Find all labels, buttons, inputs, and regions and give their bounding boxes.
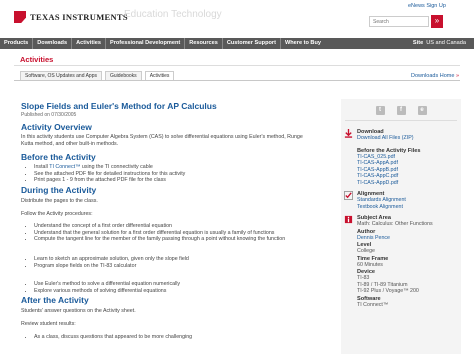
time-frame-value: 60 Minutes [357,261,383,268]
overview-text-2: Kutta method, and other built-in methods… [21,140,119,147]
after-list: As a class, discuss questions that appea… [34,334,333,341]
social-share-bar: t f e [341,106,461,115]
nav-resources[interactable]: Resources [185,38,223,49]
nav-professional-development[interactable]: Professional Development [106,38,186,49]
site-value: US and Canada [426,40,466,46]
overview-text-1: In this activity students use Computer A… [21,134,303,140]
list-item: Understand the concept of a first order … [34,223,333,230]
list-item: Explore various methods of solving diffe… [34,288,333,295]
ti-connect-link[interactable]: TI Connect™ [49,164,80,170]
search-button[interactable]: » [431,15,443,28]
software-value: TI Connect™ [357,301,389,308]
list-item: Program slope fields on the TI-83 calcul… [34,263,333,270]
site-label: Site [412,40,424,46]
overview-heading: Activity Overview [21,122,92,132]
enews-signup-link[interactable]: eNews Sign Up [408,3,446,9]
nav-customer-support[interactable]: Customer Support [223,38,281,49]
checkmark-icon [344,191,353,200]
before-heading: Before the Activity [21,152,96,163]
after-text-2: Review student results: [21,320,76,327]
after-heading: After the Activity [21,295,89,306]
activity-content: Slope Fields and Euler's Method for AP C… [21,101,333,340]
list-item: Print pages 1 - 9 from the attached PDF … [34,177,333,184]
tabs-divider [14,80,460,81]
subject-value: Math: Calculus: Other Functions [357,221,433,227]
section-title: Activities [20,55,54,64]
education-technology-title: Education Technology [124,9,222,20]
facebook-icon[interactable]: f [396,106,406,115]
main-nav: Products Downloads Activities Profession… [0,38,474,49]
download-section: Download Download All Files (ZIP) Before… [341,129,461,186]
list-item-text: Install [34,164,50,171]
device-value: TI-92 Plus / Voyage™ 200 [357,288,419,294]
section-divider [14,65,460,66]
list-item-text: using the TI connectivity cable [80,164,153,171]
list-item: Compute the tangent line for the member … [34,236,333,243]
info-icon [344,215,353,224]
activity-sidebar: t f e Download Download All Files (ZIP) … [341,99,461,354]
twitter-icon[interactable]: t [375,106,385,115]
ti-logo[interactable]: TEXAS INSTRUMENTS [14,11,128,23]
list-item: Use Euler's method to solve a differenti… [34,281,333,288]
during-text-2: Follow the Activity procedures: [21,210,93,217]
download-icon [344,129,353,138]
chevron-right-icon: » [455,73,460,79]
during-list-3: Use Euler's method to solve a differenti… [34,281,333,294]
details-section: Subject Area Math: Calculus: Other Funct… [341,215,461,308]
site-selector[interactable]: Site US and Canada [413,38,466,49]
list-item: As a class, discuss questions that appea… [34,334,333,341]
list-item: Understand that the general solution for… [34,230,333,237]
before-list: Install TI Connect™ using the TI connect… [34,164,333,184]
published-date: Published on 07/30/2005 [21,112,77,118]
file-link[interactable]: TI-CAS-AppD.pdf [357,180,461,187]
during-list-2: Learn to sketch an approximate solution,… [34,256,333,269]
during-text-1: Distribute the pages to the class. [21,197,98,204]
alignment-section: Alignment Standards Alignment Textbook A… [341,191,461,210]
tab-bar: Software, OS Updates and Apps Guidebooks… [20,71,177,80]
tab-software[interactable]: Software, OS Updates and Apps [20,71,102,80]
list-item: Install TI Connect™ using the TI connect… [34,164,333,171]
nav-where-to-buy[interactable]: Where to Buy [281,38,325,49]
level-value: College [357,248,375,254]
nav-activities[interactable]: Activities [72,38,106,49]
downloads-home-link[interactable]: Downloads Home » [411,73,459,79]
author-link[interactable]: Dennis Pence [357,235,461,242]
sidebar-divider [345,120,457,121]
after-text-1: Students' answer questions on the Activi… [21,308,136,315]
logo-text: TEXAS INSTRUMENTS [30,12,128,22]
nav-products[interactable]: Products [0,38,34,49]
top-header: TEXAS INSTRUMENTS Education Technology e… [0,0,474,38]
activity-title: Slope Fields and Euler's Method for AP C… [21,101,217,111]
search-input[interactable] [369,16,429,27]
nav-downloads[interactable]: Downloads [33,38,73,49]
during-list-1: Understand the concept of a first order … [34,223,333,243]
ti-logo-icon [14,11,26,23]
list-item: Learn to sketch an approximate solution,… [34,256,333,263]
downloads-home-label: Downloads Home [411,73,455,79]
during-heading: During the Activity [21,184,97,195]
download-all-link[interactable]: Download All Files (ZIP) [357,135,461,142]
tab-activities[interactable]: Activities [144,71,175,80]
tab-guidebooks[interactable]: Guidebooks [105,71,142,80]
list-item: See the attached PDF file for detailed i… [34,171,333,178]
textbook-alignment-link[interactable]: Textbook Alignment [357,204,461,211]
email-icon[interactable]: e [417,106,427,115]
